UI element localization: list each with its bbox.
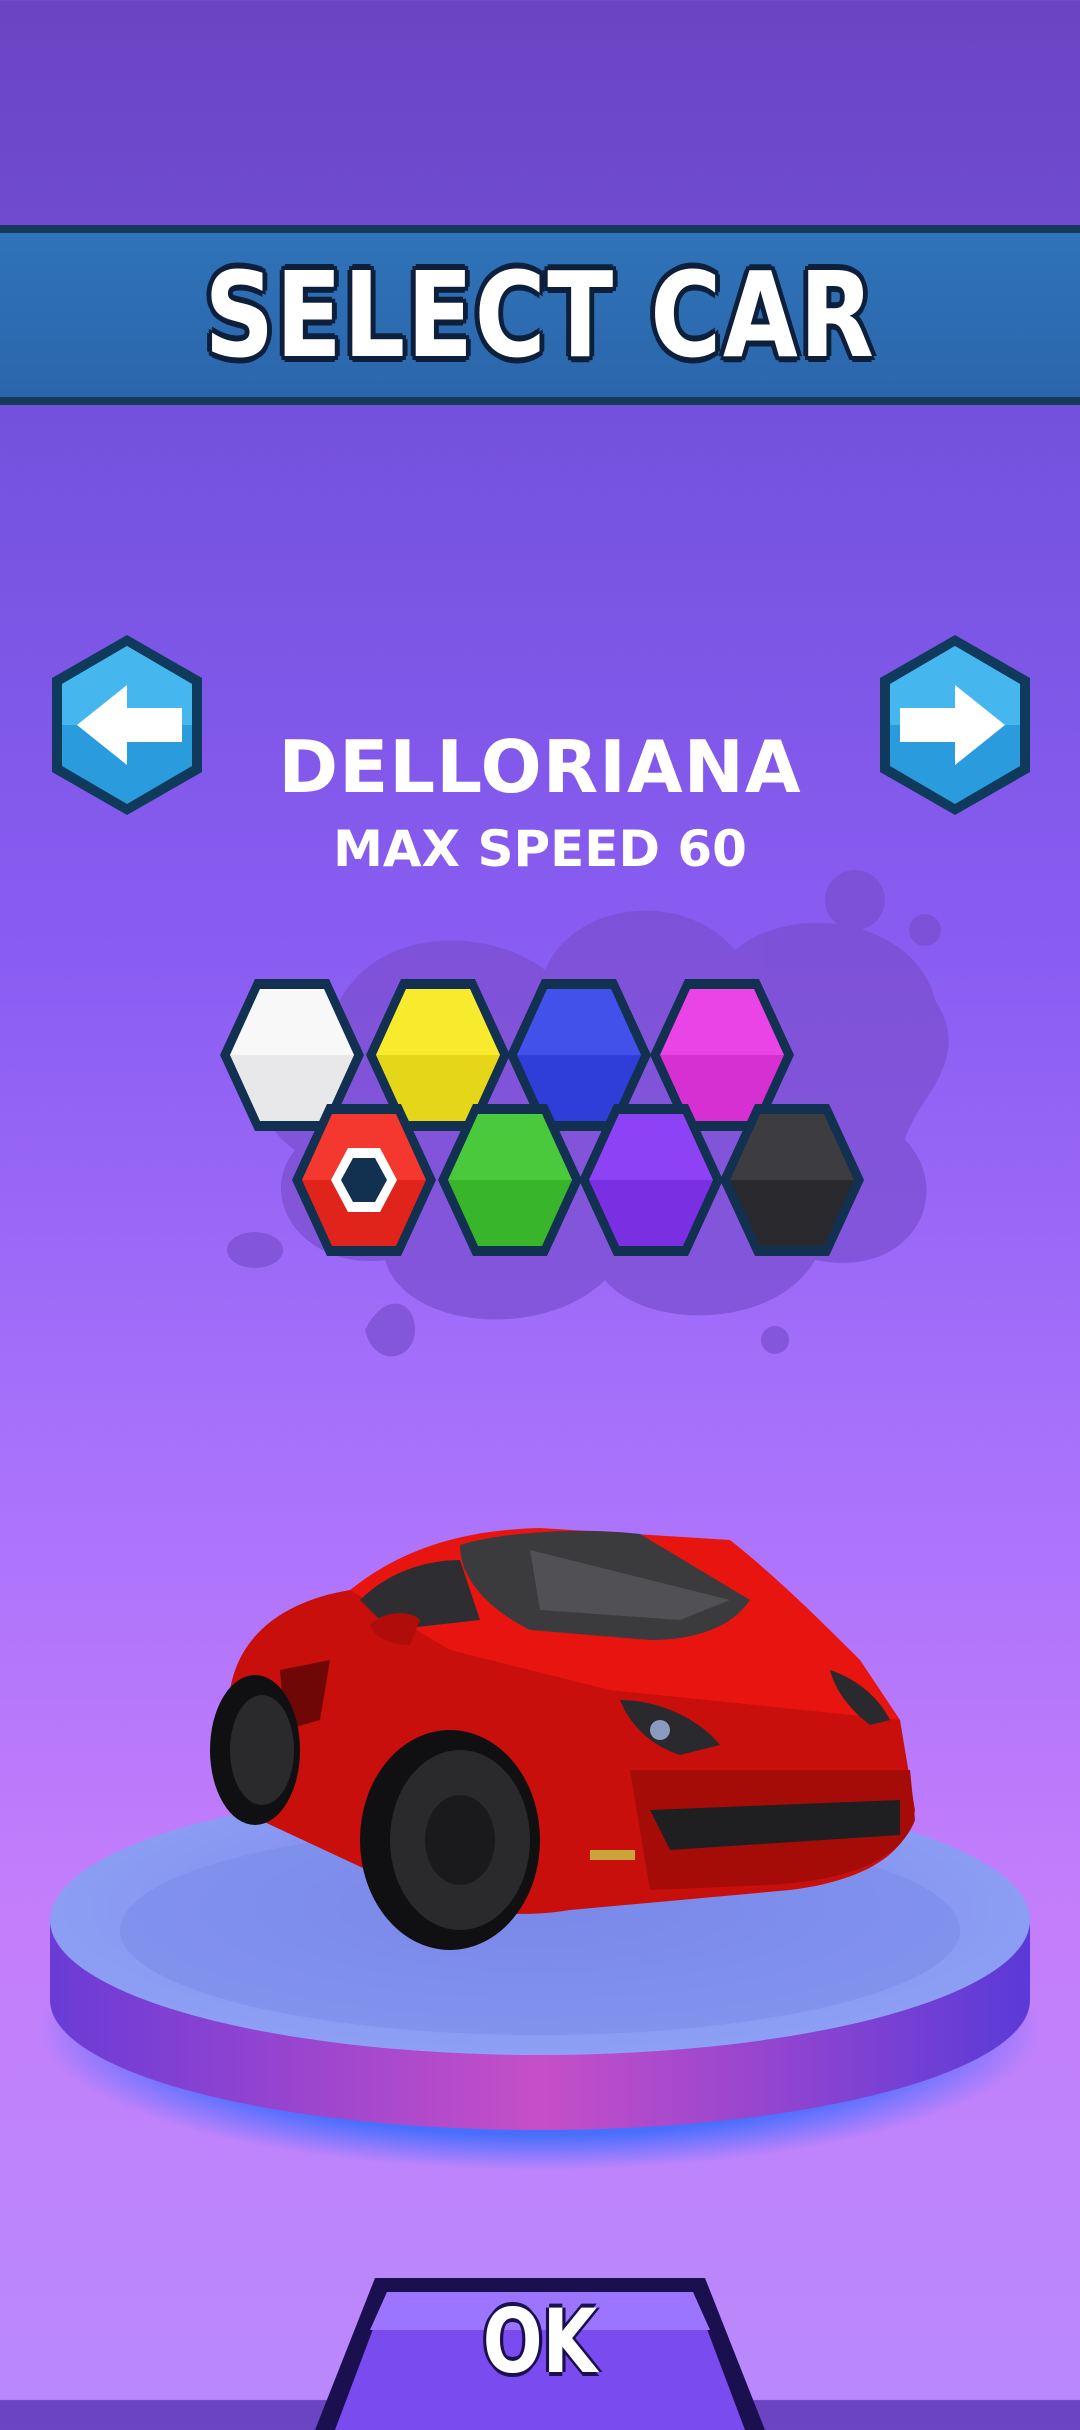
color-swatch-black[interactable]: [718, 1100, 866, 1260]
page-title: SELECT CAR: [204, 246, 876, 384]
ok-label: OK: [482, 2290, 598, 2393]
color-swatch-purple[interactable]: [577, 1100, 725, 1260]
ok-button[interactable]: OK: [315, 2270, 765, 2430]
title-banner: SELECT CAR: [0, 225, 1080, 405]
color-swatch-red-selected[interactable]: [290, 1100, 438, 1260]
color-swatch-green[interactable]: [436, 1100, 584, 1260]
car-model: [210, 1528, 915, 1950]
car-name: DELLORIANA: [278, 725, 802, 809]
